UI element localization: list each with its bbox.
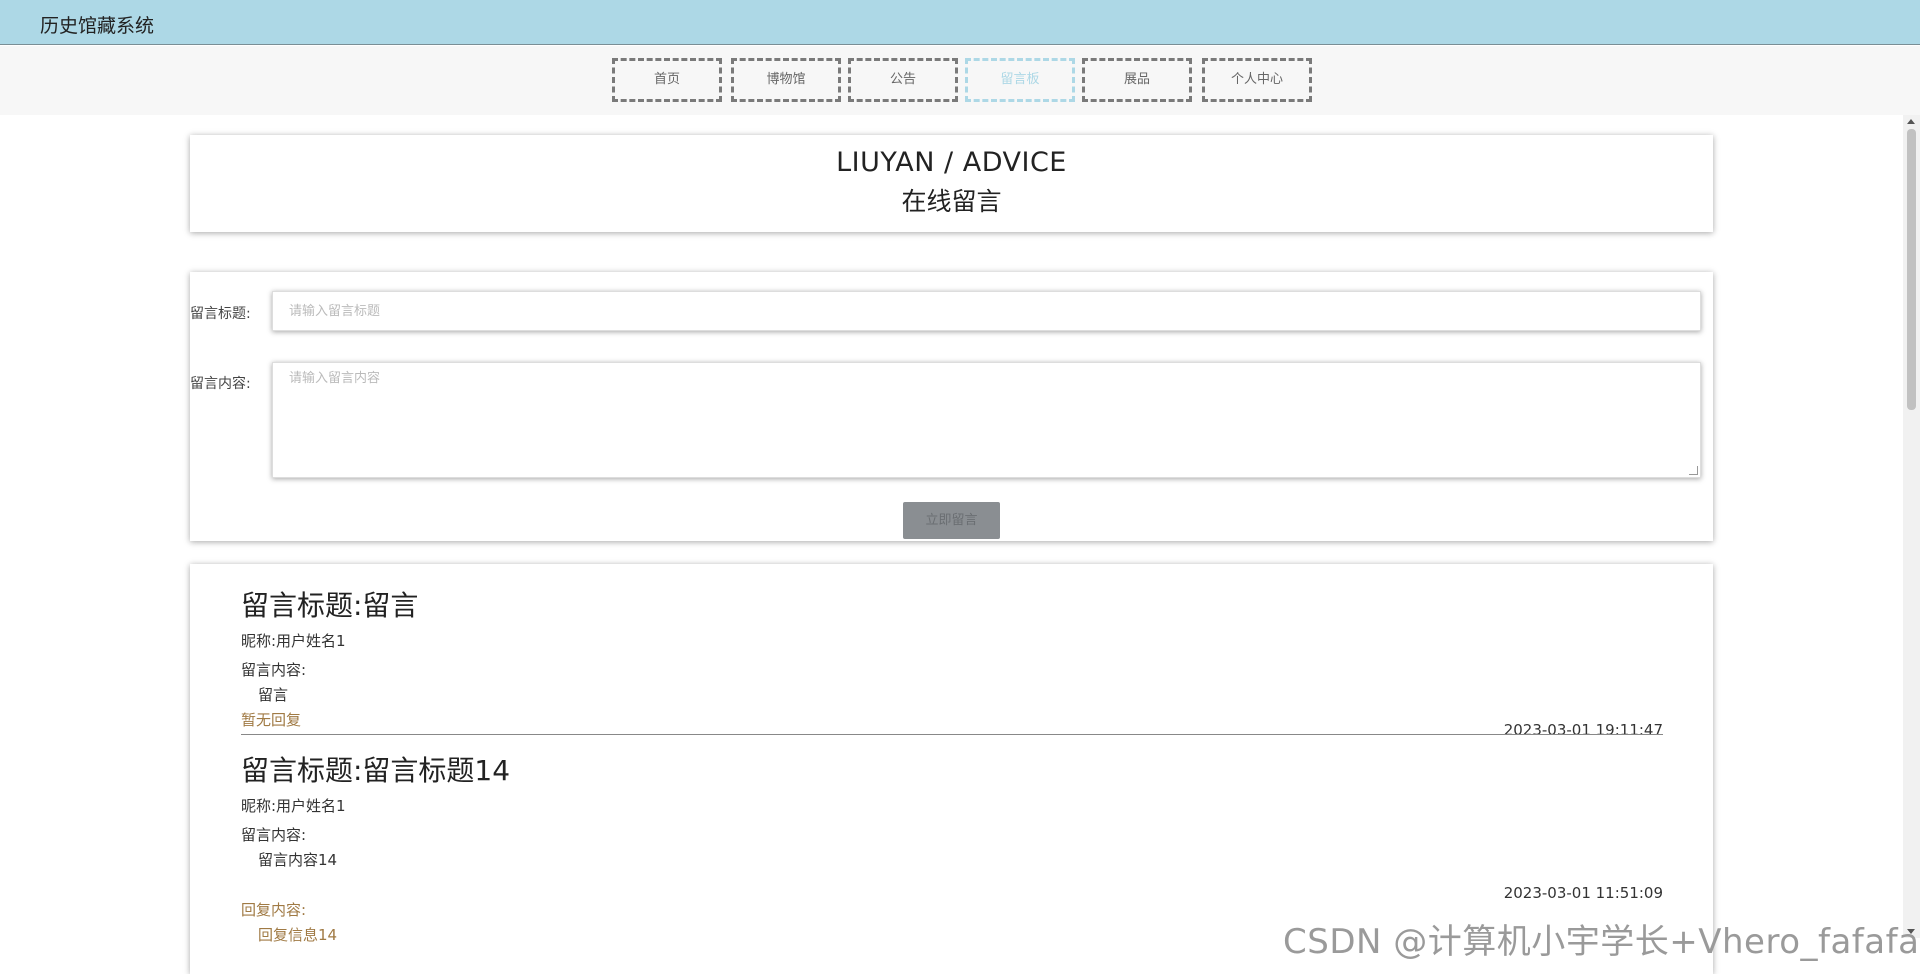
page-title-zh: 在线留言 [901, 187, 1002, 216]
nav-item-announcement[interactable]: 公告 [848, 58, 958, 102]
scroll-up-arrow-icon[interactable] [1907, 119, 1915, 124]
message-form: 留言标题: 请输入留言标题 留言内容: 请输入留言内容 立即留言 [190, 272, 1713, 541]
message-title: 留言标题:留言标题14 [241, 754, 511, 787]
page-title-en: LIUYAN / ADVICE [836, 147, 1067, 178]
message-list: 留言标题:留言 昵称:用户姓名1 留言内容: 留言 暂无回复 2023-03-0… [190, 564, 1713, 974]
nav-item-message-board[interactable]: 留言板 [965, 58, 1075, 102]
content-placeholder: 请输入留言内容 [289, 371, 381, 386]
message-nickname: 昵称:用户姓名1 [241, 797, 346, 815]
scrollbar-thumb[interactable] [1907, 129, 1916, 410]
app-title: 历史馆藏系统 [40, 15, 155, 37]
content-label: 留言内容: [190, 376, 251, 392]
nav-item-home[interactable]: 首页 [612, 58, 722, 102]
main-nav: 首页 博物馆 公告 留言板 展品 个人中心 [0, 46, 1920, 115]
message-content: 留言内容14 [258, 851, 338, 869]
message-time: 2023-03-01 19:11:47 [1503, 721, 1663, 739]
top-bar: 历史馆藏系统 [0, 0, 1920, 45]
message-content-label: 留言内容: [241, 661, 307, 679]
page-scrollbar[interactable] [1903, 115, 1920, 938]
title-input[interactable]: 请输入留言标题 [272, 291, 1701, 331]
nav-item-personal-center[interactable]: 个人中心 [1202, 58, 1312, 102]
message-nickname: 昵称:用户姓名1 [241, 632, 346, 650]
message-content-label: 留言内容: [241, 826, 307, 844]
message-divider [241, 734, 1663, 735]
content-textarea[interactable]: 请输入留言内容 [272, 362, 1701, 478]
message-title: 留言标题:留言 [241, 589, 419, 622]
title-label: 留言标题: [190, 306, 251, 322]
message-content: 留言 [258, 686, 289, 704]
watermark: CSDN @计算机小宇学长+Vhero_fafafa [1283, 922, 1920, 962]
resize-grip-icon[interactable] [1689, 466, 1698, 475]
list-item: 留言标题:留言 昵称:用户姓名1 留言内容: 留言 暂无回复 2023-03-0… [241, 584, 1663, 739]
nav-item-exhibits[interactable]: 展品 [1082, 58, 1192, 102]
submit-button[interactable]: 立即留言 [903, 502, 1000, 539]
page-header-card: LIUYAN / ADVICE 在线留言 [190, 135, 1713, 232]
reply-status: 暂无回复 [241, 711, 302, 729]
nav-item-museum[interactable]: 博物馆 [731, 58, 841, 102]
message-time: 2023-03-01 11:51:09 [1503, 884, 1663, 902]
